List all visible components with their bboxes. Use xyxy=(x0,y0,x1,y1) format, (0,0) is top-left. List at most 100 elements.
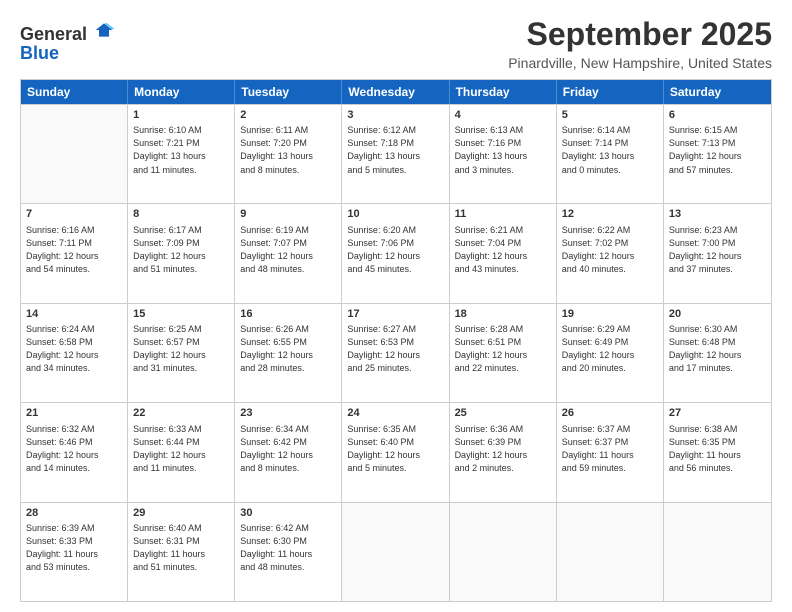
cell-text: Sunrise: 6:16 AM Sunset: 7:11 PM Dayligh… xyxy=(26,224,122,276)
calendar-cell-r2c1: 15Sunrise: 6:25 AM Sunset: 6:57 PM Dayli… xyxy=(128,304,235,402)
day-number: 19 xyxy=(562,307,658,322)
calendar-cell-r0c6: 6Sunrise: 6:15 AM Sunset: 7:13 PM Daylig… xyxy=(664,105,771,203)
calendar-cell-r0c3: 3Sunrise: 6:12 AM Sunset: 7:18 PM Daylig… xyxy=(342,105,449,203)
cell-text: Sunrise: 6:21 AM Sunset: 7:04 PM Dayligh… xyxy=(455,224,551,276)
calendar-row-1: 7Sunrise: 6:16 AM Sunset: 7:11 PM Daylig… xyxy=(21,203,771,302)
header-cell-saturday: Saturday xyxy=(664,80,771,104)
calendar-cell-r4c5 xyxy=(557,503,664,601)
cell-text: Sunrise: 6:34 AM Sunset: 6:42 PM Dayligh… xyxy=(240,423,336,475)
calendar-cell-r0c0 xyxy=(21,105,128,203)
day-number: 9 xyxy=(240,207,336,222)
cell-text: Sunrise: 6:19 AM Sunset: 7:07 PM Dayligh… xyxy=(240,224,336,276)
calendar-cell-r0c2: 2Sunrise: 6:11 AM Sunset: 7:20 PM Daylig… xyxy=(235,105,342,203)
day-number: 17 xyxy=(347,307,443,322)
cell-text: Sunrise: 6:17 AM Sunset: 7:09 PM Dayligh… xyxy=(133,224,229,276)
cell-text: Sunrise: 6:39 AM Sunset: 6:33 PM Dayligh… xyxy=(26,522,122,574)
day-number: 6 xyxy=(669,108,766,123)
calendar-cell-r1c3: 10 Sunrise: 6:20 AM Sunset: 7:06 PM Dayli… xyxy=(342,204,449,302)
day-number: 11 xyxy=(455,207,551,222)
calendar-cell-r4c0: 28Sunrise: 6:39 AM Sunset: 6:33 PM Dayli… xyxy=(21,503,128,601)
day-number: 4 xyxy=(455,108,551,123)
calendar-cell-r4c3 xyxy=(342,503,449,601)
calendar-cell-r4c6 xyxy=(664,503,771,601)
calendar-cell-r0c5: 5Sunrise: 6:14 AM Sunset: 7:14 PM Daylig… xyxy=(557,105,664,203)
cell-text: Sunrise: 6:27 AM Sunset: 6:53 PM Dayligh… xyxy=(347,323,443,375)
month-title: September 2025 xyxy=(508,16,772,53)
cell-text: Sunrise: 6:42 AM Sunset: 6:30 PM Dayligh… xyxy=(240,522,336,574)
cell-text: Sunrise: 6:10 AM Sunset: 7:21 PM Dayligh… xyxy=(133,124,229,176)
calendar-cell-r1c6: 13 Sunrise: 6:23 AM Sunset: 7:00 PM Dayli… xyxy=(664,204,771,302)
day-number: 27 xyxy=(669,406,766,421)
day-number: 28 xyxy=(26,506,122,521)
day-number: 2 xyxy=(240,108,336,123)
day-number: 10 xyxy=(347,207,443,222)
cell-text: Sunrise: 6:20 AM Sunset: 7:06 PM Dayligh… xyxy=(347,224,443,276)
title-section: September 2025 Pinardville, New Hampshir… xyxy=(508,16,772,71)
calendar-cell-r1c0: 7Sunrise: 6:16 AM Sunset: 7:11 PM Daylig… xyxy=(21,204,128,302)
header-cell-sunday: Sunday xyxy=(21,80,128,104)
cell-text: Sunrise: 6:22 AM Sunset: 7:02 PM Dayligh… xyxy=(562,224,658,276)
cell-text: Sunrise: 6:12 AM Sunset: 7:18 PM Dayligh… xyxy=(347,124,443,176)
calendar-cell-r4c1: 29Sunrise: 6:40 AM Sunset: 6:31 PM Dayli… xyxy=(128,503,235,601)
page: General Blue September 2025 Pinardville,… xyxy=(0,0,792,612)
header-cell-wednesday: Wednesday xyxy=(342,80,449,104)
calendar-cell-r3c0: 21 Sunrise: 6:32 AM Sunset: 6:46 PM Dayli… xyxy=(21,403,128,501)
day-number: 15 xyxy=(133,307,229,322)
calendar-header: SundayMondayTuesdayWednesdayThursdayFrid… xyxy=(21,80,771,104)
calendar-row-0: 1Sunrise: 6:10 AM Sunset: 7:21 PM Daylig… xyxy=(21,104,771,203)
day-number: 8 xyxy=(133,207,229,222)
day-number: 5 xyxy=(562,108,658,123)
day-number: 3 xyxy=(347,108,443,123)
day-number: 23 xyxy=(240,406,336,421)
logo-icon xyxy=(94,20,114,40)
cell-text: Sunrise: 6:40 AM Sunset: 6:31 PM Dayligh… xyxy=(133,522,229,574)
cell-text: Sunrise: 6:13 AM Sunset: 7:16 PM Dayligh… xyxy=(455,124,551,176)
cell-text: Sunrise: 6:36 AM Sunset: 6:39 PM Dayligh… xyxy=(455,423,551,475)
calendar-cell-r2c5: 19Sunrise: 6:29 AM Sunset: 6:49 PM Dayli… xyxy=(557,304,664,402)
cell-text: Sunrise: 6:24 AM Sunset: 6:58 PM Dayligh… xyxy=(26,323,122,375)
location: Pinardville, New Hampshire, United State… xyxy=(508,55,772,71)
cell-text: Sunrise: 6:33 AM Sunset: 6:44 PM Dayligh… xyxy=(133,423,229,475)
day-number: 25 xyxy=(455,406,551,421)
day-number: 18 xyxy=(455,307,551,322)
cell-text: Sunrise: 6:11 AM Sunset: 7:20 PM Dayligh… xyxy=(240,124,336,176)
cell-text: Sunrise: 6:35 AM Sunset: 6:40 PM Dayligh… xyxy=(347,423,443,475)
cell-text: Sunrise: 6:37 AM Sunset: 6:37 PM Dayligh… xyxy=(562,423,658,475)
calendar-cell-r3c4: 25 Sunrise: 6:36 AM Sunset: 6:39 PM Dayli… xyxy=(450,403,557,501)
calendar-cell-r3c1: 22Sunrise: 6:33 AM Sunset: 6:44 PM Dayli… xyxy=(128,403,235,501)
header-cell-thursday: Thursday xyxy=(450,80,557,104)
cell-text: Sunrise: 6:14 AM Sunset: 7:14 PM Dayligh… xyxy=(562,124,658,176)
day-number: 29 xyxy=(133,506,229,521)
calendar-cell-r4c2: 30Sunrise: 6:42 AM Sunset: 6:30 PM Dayli… xyxy=(235,503,342,601)
calendar-cell-r1c5: 12 Sunrise: 6:22 AM Sunset: 7:02 PM Dayli… xyxy=(557,204,664,302)
header-cell-tuesday: Tuesday xyxy=(235,80,342,104)
cell-text: Sunrise: 6:25 AM Sunset: 6:57 PM Dayligh… xyxy=(133,323,229,375)
calendar-cell-r0c1: 1Sunrise: 6:10 AM Sunset: 7:21 PM Daylig… xyxy=(128,105,235,203)
calendar: SundayMondayTuesdayWednesdayThursdayFrid… xyxy=(20,79,772,602)
calendar-cell-r4c4 xyxy=(450,503,557,601)
logo-line2: Blue xyxy=(20,43,114,64)
day-number: 1 xyxy=(133,108,229,123)
calendar-cell-r1c2: 9 Sunrise: 6:19 AM Sunset: 7:07 PM Daylig… xyxy=(235,204,342,302)
cell-text: Sunrise: 6:28 AM Sunset: 6:51 PM Dayligh… xyxy=(455,323,551,375)
calendar-cell-r3c6: 27Sunrise: 6:38 AM Sunset: 6:35 PM Dayli… xyxy=(664,403,771,501)
calendar-cell-r2c6: 20Sunrise: 6:30 AM Sunset: 6:48 PM Dayli… xyxy=(664,304,771,402)
header-cell-friday: Friday xyxy=(557,80,664,104)
day-number: 26 xyxy=(562,406,658,421)
header-cell-monday: Monday xyxy=(128,80,235,104)
day-number: 24 xyxy=(347,406,443,421)
day-number: 13 xyxy=(669,207,766,222)
logo: General Blue xyxy=(20,20,114,64)
logo-text: General xyxy=(20,20,114,45)
calendar-cell-r2c2: 16Sunrise: 6:26 AM Sunset: 6:55 PM Dayli… xyxy=(235,304,342,402)
day-number: 12 xyxy=(562,207,658,222)
cell-text: Sunrise: 6:15 AM Sunset: 7:13 PM Dayligh… xyxy=(669,124,766,176)
cell-text: Sunrise: 6:23 AM Sunset: 7:00 PM Dayligh… xyxy=(669,224,766,276)
calendar-cell-r3c5: 26 Sunrise: 6:37 AM Sunset: 6:37 PM Dayli… xyxy=(557,403,664,501)
day-number: 21 xyxy=(26,406,122,421)
calendar-cell-r2c3: 17Sunrise: 6:27 AM Sunset: 6:53 PM Dayli… xyxy=(342,304,449,402)
cell-text: Sunrise: 6:29 AM Sunset: 6:49 PM Dayligh… xyxy=(562,323,658,375)
calendar-body: 1Sunrise: 6:10 AM Sunset: 7:21 PM Daylig… xyxy=(21,104,771,601)
cell-text: Sunrise: 6:32 AM Sunset: 6:46 PM Dayligh… xyxy=(26,423,122,475)
calendar-cell-r2c0: 14Sunrise: 6:24 AM Sunset: 6:58 PM Dayli… xyxy=(21,304,128,402)
